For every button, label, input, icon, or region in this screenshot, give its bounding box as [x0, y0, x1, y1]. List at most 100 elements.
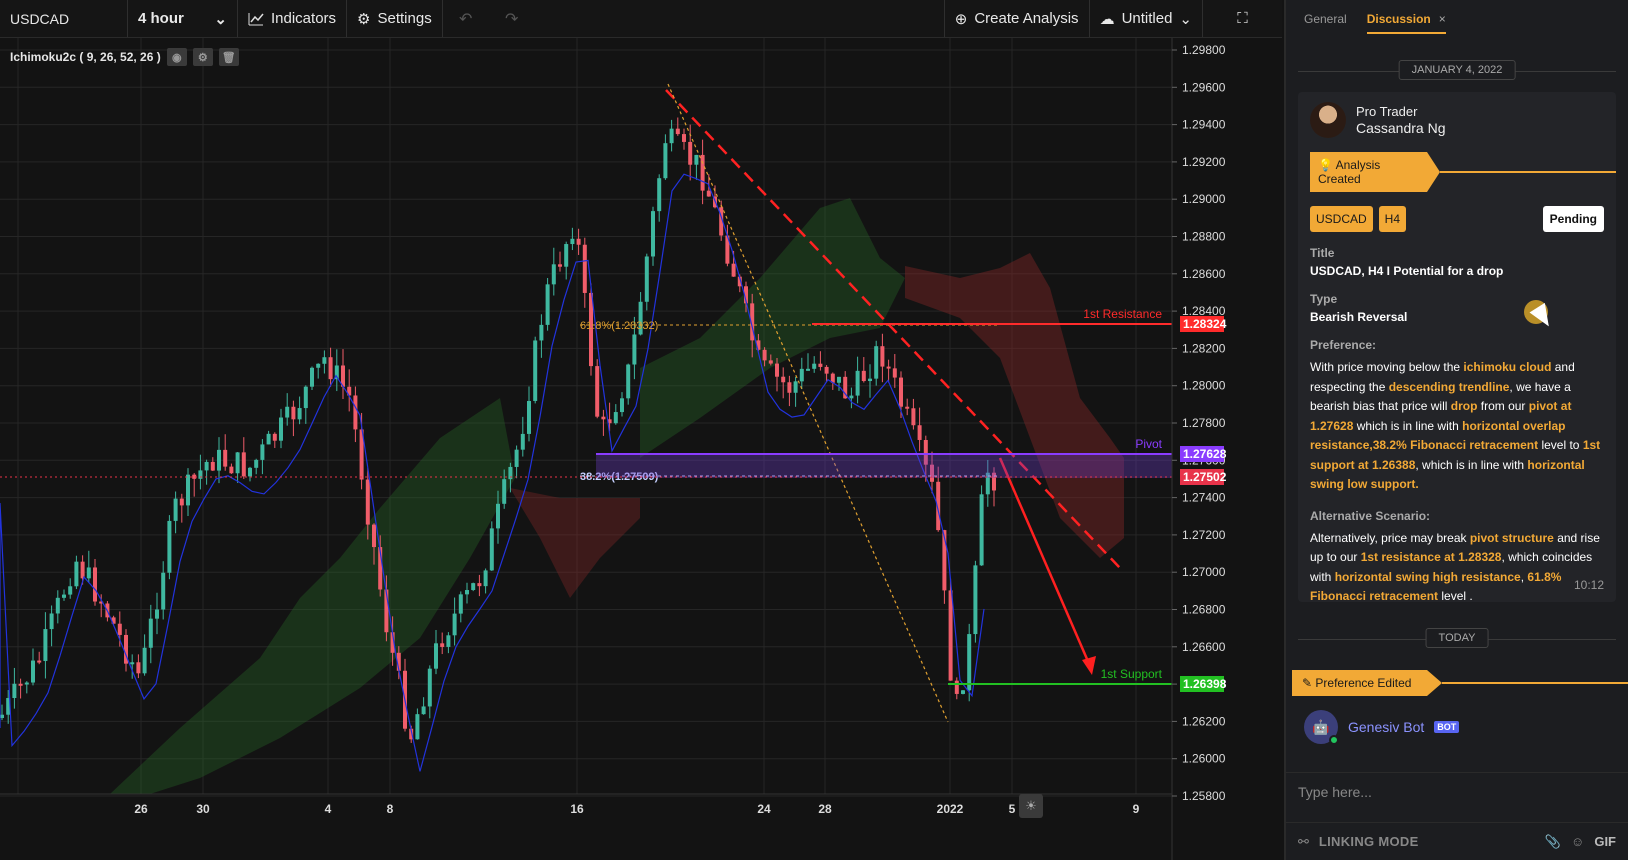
chart-toolbar: USDCAD 4 hour ⌄ Indicators ⚙ Settings ↶ …: [0, 0, 1282, 38]
highlighted-term: pivot structure: [1469, 530, 1554, 545]
date-tick-label: 5: [1009, 802, 1016, 816]
bot-badge: BOT: [1434, 721, 1460, 733]
candle-body: [43, 629, 48, 662]
candle-body: [148, 618, 153, 648]
candle-body: [768, 360, 773, 364]
candle-body: [874, 346, 879, 379]
symbol-tag[interactable]: USDCAD: [1310, 206, 1373, 232]
ribbon-line: [1440, 171, 1616, 173]
candle-body: [489, 528, 494, 571]
chart-canvas[interactable]: 61.8%(1.28332)38.2%(1.27509)1st Resistan…: [0, 38, 1282, 860]
candle-body: [204, 461, 209, 471]
title-label: Title: [1310, 246, 1335, 260]
candle-body: [669, 128, 674, 144]
highlighted-term: horizontal swing high resistance: [1334, 569, 1521, 584]
cloud-upload-icon: ☁: [1099, 10, 1115, 28]
panel-tabs: General Discussion ×: [1286, 0, 1628, 38]
message-input[interactable]: [1286, 773, 1628, 810]
price-chart[interactable]: 61.8%(1.28332)38.2%(1.27509)1st Resistan…: [0, 38, 1282, 860]
linking-mode-toggle[interactable]: LINKING MODE: [1319, 834, 1419, 849]
candle-body: [179, 498, 184, 506]
highlighted-term: drop: [1450, 399, 1478, 413]
trash-icon[interactable]: 🗑: [218, 48, 239, 66]
author-name: Cassandra Ng: [1356, 120, 1446, 136]
message-text: level .: [1438, 589, 1473, 603]
candle-body: [31, 660, 35, 683]
bot-name[interactable]: Genesiv Bot: [1348, 719, 1424, 735]
candle-body: [421, 706, 426, 715]
settings-button[interactable]: ⚙ Settings: [347, 0, 443, 37]
undo-button[interactable]: ↶: [443, 0, 489, 37]
status-badge: Pending: [1542, 206, 1604, 232]
link-icon[interactable]: ⚯: [1298, 834, 1309, 850]
create-analysis-button[interactable]: ⊕ Create Analysis: [945, 0, 1090, 37]
candle-body: [799, 368, 804, 382]
candle-body: [576, 238, 581, 245]
bot-avatar[interactable]: 🤖: [1304, 710, 1339, 745]
interval-dropdown[interactable]: 4 hour ⌄: [128, 0, 238, 37]
candle-body: [973, 565, 978, 635]
candle-body: [812, 363, 817, 369]
candle-body: [55, 597, 60, 614]
candle-body: [446, 635, 451, 647]
message-time: 10:12: [1573, 578, 1604, 592]
close-icon[interactable]: ×: [1439, 12, 1446, 26]
attachment-icon[interactable]: 📎: [1545, 834, 1561, 850]
gif-button[interactable]: GIF: [1594, 834, 1616, 849]
type-label: Type: [1310, 292, 1338, 306]
eye-icon[interactable]: ◉: [166, 48, 187, 66]
ribbon-label: 💡 Analysis Created: [1310, 152, 1440, 192]
redo-button[interactable]: ↷: [489, 0, 535, 37]
price-tick-label: 1.29000: [1182, 192, 1226, 206]
indicators-button[interactable]: Indicators: [238, 0, 348, 37]
candle-body: [632, 334, 637, 365]
lightbulb-icon[interactable]: ☀: [1019, 794, 1043, 818]
candle-body: [651, 211, 655, 257]
candle-body: [855, 370, 860, 396]
pivot-label: Pivot: [1135, 437, 1162, 451]
candle-body: [49, 613, 54, 630]
candle-body: [241, 452, 246, 477]
candle-body: [868, 378, 872, 382]
price-tick-label: 1.28200: [1182, 341, 1226, 355]
fullscreen-button[interactable]: ⛶: [1202, 0, 1282, 37]
candle-body: [570, 238, 575, 245]
candle-body: [291, 406, 296, 420]
message-text: level to: [1538, 438, 1583, 452]
tab-discussion[interactable]: Discussion ×: [1366, 12, 1446, 34]
candle-body: [328, 357, 333, 380]
create-analysis-label: Create Analysis: [974, 10, 1079, 27]
candle-body: [415, 714, 420, 740]
gear-icon: ⚙: [357, 10, 371, 28]
symbol-selector[interactable]: USDCAD: [0, 0, 128, 37]
candle-body: [899, 377, 903, 407]
chevron-down-icon: ⌄: [1179, 10, 1192, 28]
candle-body: [824, 366, 829, 374]
date-tick-label: 2022: [937, 802, 964, 816]
candle-body: [223, 449, 228, 467]
candle-body: [837, 376, 841, 383]
candle-body: [979, 494, 984, 566]
candle-body: [483, 570, 488, 587]
fib-618-label: 61.8%(1.28332): [580, 320, 658, 332]
discussion-panel: General Discussion × JANUARY 4, 2022 Pro…: [1284, 0, 1628, 860]
preference-text: With price moving below the ichimoku clo…: [1310, 358, 1604, 495]
analysis-message: Pro Trader Cassandra Ng 💡 Analysis Creat…: [1298, 92, 1616, 603]
interval-tag[interactable]: H4: [1378, 206, 1407, 232]
price-tick-label: 1.29600: [1182, 80, 1226, 94]
avatar[interactable]: [1310, 102, 1346, 138]
message-text: , which is in line with: [1415, 457, 1528, 472]
candle-body: [452, 613, 457, 636]
price-tick-label: 1.27800: [1182, 416, 1226, 430]
candle-body: [229, 466, 234, 474]
candle-body: [37, 660, 42, 663]
date-label: JANUARY 4, 2022: [1398, 60, 1516, 80]
price-tick-label: 1.27000: [1182, 565, 1226, 579]
emoji-icon[interactable]: ☺: [1571, 834, 1584, 849]
candle-body: [496, 503, 500, 529]
candle-body: [818, 363, 823, 367]
project-dropdown[interactable]: ☁ Untitled ⌄: [1090, 0, 1202, 37]
gear-icon[interactable]: ⚙: [192, 48, 213, 66]
candle-body: [372, 524, 376, 548]
tab-general[interactable]: General: [1304, 12, 1347, 26]
